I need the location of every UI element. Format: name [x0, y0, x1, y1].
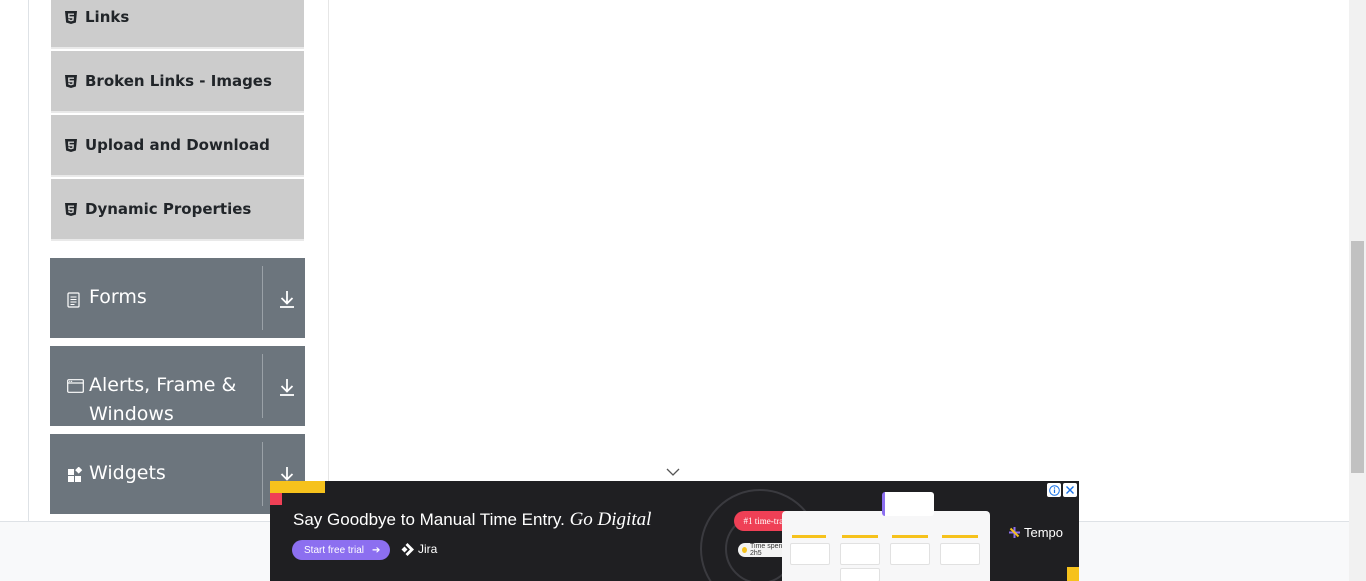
brand-label: Tempo	[1024, 525, 1064, 540]
sidebar-item-links[interactable]: Links	[51, 0, 304, 49]
ad-board-illustration	[782, 511, 990, 581]
sidebar-group-forms[interactable]: Forms	[50, 258, 305, 338]
ad-decoration	[270, 493, 282, 505]
jira-label: Jira	[418, 542, 438, 556]
ad-popup-illustration	[882, 492, 934, 516]
clock-icon	[742, 547, 747, 553]
html5-icon	[65, 138, 77, 152]
sidebar-item-upload-download[interactable]: Upload and Download	[51, 115, 304, 177]
download-arrow-icon[interactable]	[278, 289, 296, 309]
ad-headline-text: Say Goodbye to Manual Time Entry.	[293, 510, 565, 529]
ad-headline: Say Goodbye to Manual Time Entry. Go Dig…	[293, 509, 651, 531]
group-separator	[262, 266, 263, 330]
scrollbar-thumb[interactable]	[1351, 241, 1364, 473]
ad-headline-emphasis: Go Digital	[569, 509, 652, 530]
arrow-right-icon: ➔	[372, 544, 381, 556]
group-separator	[262, 442, 263, 506]
tempo-icon	[1009, 527, 1020, 538]
group-separator	[262, 354, 263, 418]
download-arrow-icon[interactable]	[278, 377, 296, 397]
cta-label: Start free trial	[304, 544, 365, 556]
advertisement-banner[interactable]: Say Goodbye to Manual Time Entry. Go Dig…	[270, 481, 1079, 581]
document-icon	[67, 292, 80, 308]
html5-icon	[65, 10, 77, 24]
widgets-icon	[68, 467, 83, 482]
start-free-trial-button[interactable]: Start free trial ➔	[292, 540, 390, 560]
ad-decoration	[1067, 567, 1079, 581]
html5-icon	[65, 202, 77, 216]
sidebar-group-widgets[interactable]: Widgets	[50, 434, 305, 514]
window-icon	[67, 379, 84, 393]
sidebar-item-label: Broken Links - Images	[85, 72, 272, 90]
chevron-down-icon[interactable]	[666, 467, 680, 477]
content-divider	[328, 0, 329, 521]
sidebar-left-border	[28, 0, 29, 521]
group-title: Alerts, Frame &	[89, 374, 237, 396]
group-title: Forms	[89, 286, 147, 308]
jira-icon	[401, 542, 414, 556]
ad-info-icon[interactable]	[1047, 483, 1061, 497]
group-title: Widgets	[89, 462, 166, 484]
sidebar-item-label: Links	[85, 8, 130, 26]
sidebar-item-dynamic-properties[interactable]: Dynamic Properties	[51, 179, 304, 241]
sidebar-item-label: Upload and Download	[85, 136, 270, 154]
tempo-logo: Tempo	[1008, 525, 1063, 540]
ad-decoration	[270, 481, 325, 493]
sidebar-item-label: Dynamic Properties	[85, 200, 252, 218]
group-title-line2: Windows	[89, 403, 174, 425]
jira-logo: Jira	[401, 542, 437, 556]
vertical-scrollbar[interactable]	[1349, 0, 1366, 581]
html5-icon	[65, 74, 77, 88]
ad-close-icon[interactable]	[1063, 483, 1077, 497]
sidebar-group-alerts-frame-windows[interactable]: Alerts, Frame & Windows	[50, 346, 305, 426]
sidebar-item-broken-links[interactable]: Broken Links - Images	[51, 51, 304, 113]
